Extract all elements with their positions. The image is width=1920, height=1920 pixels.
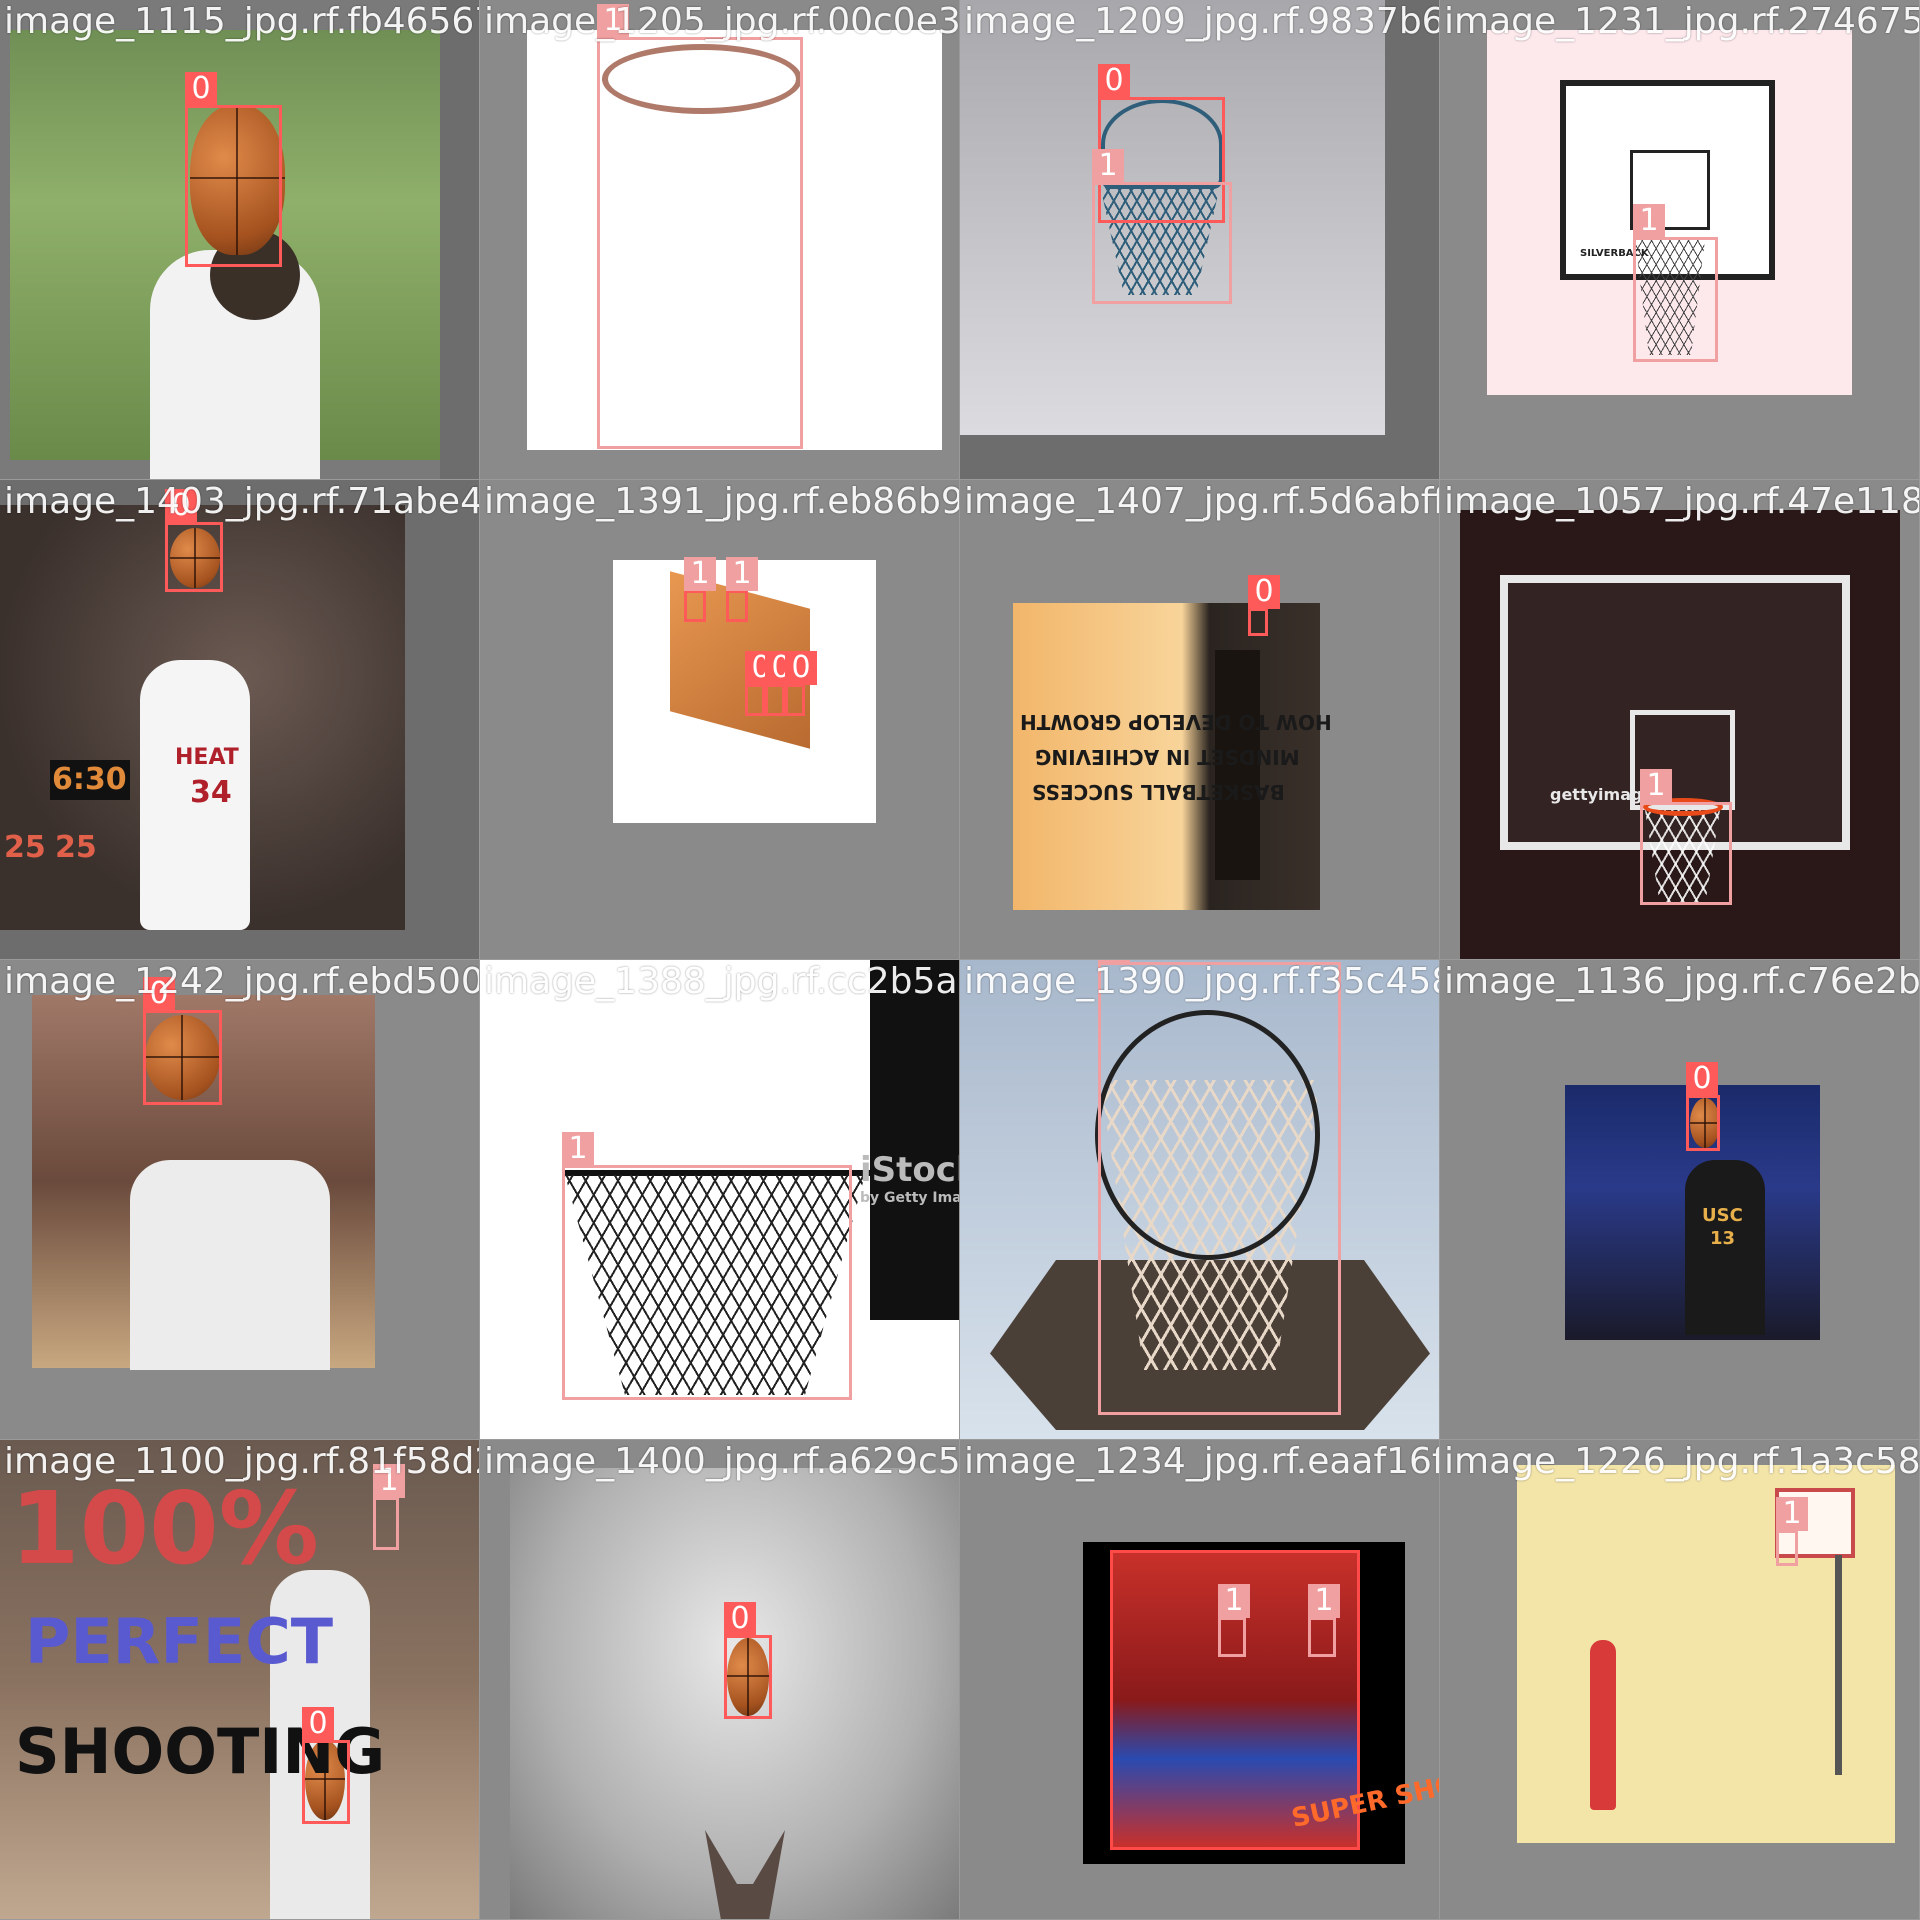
- tile-4: HEAT 34 6:30 25 25 image_1403_jpg.rf.71a…: [0, 480, 480, 960]
- tile-3: SILVERBACK image_1231_jpg.rf.274675a 1: [1440, 0, 1920, 480]
- tile-label: image_1242_jpg.rf.ebd5007ei402e6f1208a8f: [4, 961, 479, 1002]
- tile-11: USC 13 image_1136_jpg.rf.c76e2b4 0: [1440, 960, 1920, 1440]
- bbox-hoop: 1: [1218, 1584, 1250, 1657]
- watermark-sub: by Getty Images: [860, 1190, 960, 1206]
- bbox-hoop: 1: [1633, 204, 1718, 362]
- bbox-ball: 0: [745, 651, 777, 716]
- bbox-hoop: 1: [597, 4, 803, 449]
- poster-line-2: MINDSET IN ACHIEVING: [1035, 745, 1300, 769]
- tile-14: SUPER SHOT image_1234_jpg.rf.eaaf16f0eba…: [960, 1440, 1440, 1920]
- tile-label: image_1226_jpg.rf.1a3c583: [1444, 1441, 1920, 1482]
- bbox-class-label: 1: [1218, 1584, 1250, 1618]
- tile-label: image_1231_jpg.rf.274675a: [1444, 1, 1920, 42]
- tile-5: image_1391_jpg.rf.eb86b92c275f490d70c02 …: [480, 480, 960, 960]
- bbox-hoop: 1: [1098, 960, 1341, 1415]
- jersey-team: HEAT: [175, 745, 239, 770]
- tile-label: image_1209_jpg.rf.9837b6bf5575e1e2731e31: [964, 1, 1439, 42]
- bbox-hoop: 1: [1776, 1497, 1808, 1566]
- bbox-class-label: 1: [1092, 149, 1124, 183]
- tile-label: image_1100_jpg.rf.81f58d2984123402b6977: [4, 1441, 479, 1482]
- bbox-class-label: 1: [726, 557, 758, 591]
- jersey-team: USC: [1702, 1205, 1743, 1226]
- tile-label: image_1388_jpg.rf.cc2b5a6679a039e0a9d: [484, 961, 959, 1002]
- backboard-edge: [870, 960, 959, 1320]
- tile-label: image_1390_jpg.rf.f35c458cabf584f6f1153f…: [964, 961, 1439, 1002]
- bbox-hoop: 1: [1308, 1584, 1340, 1657]
- bbox-class-label: 0: [724, 1602, 756, 1636]
- tile-12: 100% PERFECT SHOOTING image_1100_jpg.rf.…: [0, 1440, 480, 1920]
- bbox-class-label: 0: [1686, 1062, 1718, 1096]
- tile-label: image_1234_jpg.rf.eaaf16f0ebab24d2677261: [964, 1441, 1440, 1482]
- tile-label: image_1136_jpg.rf.c76e2b4: [1444, 961, 1920, 1002]
- bbox-class-label: 0: [785, 651, 817, 685]
- tile-0: image_1115_jpg.rf.fb4656734f67d8f2f58827…: [0, 0, 480, 480]
- tile-8: image_1242_jpg.rf.ebd5007ei402e6f1208a8f…: [0, 960, 480, 1440]
- bbox-hoop: 1: [726, 557, 758, 622]
- poster-line-2: PERFECT: [25, 1605, 334, 1678]
- tile-1: image_1205_jpg.rf.00c0e3240824e371901bbe…: [480, 0, 960, 480]
- tile-label: image_1115_jpg.rf.fb4656734f67d8f2f58827…: [4, 1, 479, 42]
- tile-0-padding: [440, 0, 479, 479]
- tile-2: image_1209_jpg.rf.9837b6bf5575e1e2731e31…: [960, 0, 1440, 480]
- bbox-class-label: 0: [1098, 64, 1130, 98]
- watermark: iStock: [860, 1150, 959, 1190]
- tile-label: image_1400_jpg.rf.a629c54b880491234b2a: [484, 1441, 960, 1482]
- bbox-hoop: 1: [1640, 769, 1732, 905]
- tile-9: iStock by Getty Images image_1388_jpg.rf…: [480, 960, 960, 1440]
- poster-line-3: BASKETBALL SUCCESS: [1032, 780, 1285, 804]
- bbox-class-label: 1: [1633, 204, 1665, 238]
- bbox-class-label: 1: [1776, 1497, 1808, 1531]
- bbox-ball: 0: [143, 977, 222, 1105]
- poster-line-1: HOW TO DEVELOP GROWTH: [1020, 710, 1332, 734]
- bbox-class-label: 0: [302, 1707, 334, 1741]
- poster-line-1: 100%: [10, 1470, 319, 1587]
- bbox-hoop: 1: [684, 557, 716, 622]
- bbox-ball: 0: [1686, 1062, 1720, 1151]
- tile-7: gettyimages image_1057_jpg.rf.47e118c 1: [1440, 480, 1920, 960]
- bbox-class-label: 1: [1308, 1584, 1340, 1618]
- jersey-number: 13: [1710, 1228, 1736, 1249]
- bbox-class-label: 0: [1248, 575, 1280, 609]
- bbox-class-label: 1: [562, 1132, 594, 1166]
- bbox-ball: 0: [185, 72, 282, 267]
- tile-label: image_1403_jpg.rf.71abe4b4427451309420d9: [4, 481, 479, 522]
- mosaic-grid: image_1115_jpg.rf.fb4656734f67d8f2f58827…: [0, 0, 1920, 1920]
- bbox-class-label: 1: [684, 557, 716, 591]
- bbox-ball: 0: [724, 1602, 772, 1719]
- bbox-hoop: 1: [1092, 149, 1232, 304]
- player-body: [130, 1160, 330, 1370]
- tile-6: HOW TO DEVELOP GROWTH MINDSET IN ACHIEVI…: [960, 480, 1440, 960]
- tile-10: image_1390_jpg.rf.f35c458cabf584f6f1153f…: [960, 960, 1440, 1440]
- bbox-ball: 0: [302, 1707, 350, 1824]
- hoop-pole: [1835, 1555, 1842, 1775]
- bbox-ball: 0: [765, 651, 797, 716]
- bbox-ball: 0: [1248, 575, 1280, 636]
- bbox-ball: 0: [785, 651, 817, 716]
- bbox-class-label: 1: [1640, 769, 1672, 803]
- jersey-number: 34: [190, 775, 232, 810]
- tile-label: image_1391_jpg.rf.eb86b92c275f490d70c02: [484, 481, 960, 522]
- tile-13: image_1400_jpg.rf.a629c54b880491234b2a 0: [480, 1440, 960, 1920]
- score-a: 25: [4, 830, 46, 865]
- bbox-ball: 0: [165, 489, 223, 592]
- player-figure: [1590, 1640, 1616, 1810]
- tile-label: image_1057_jpg.rf.47e118c: [1444, 481, 1920, 522]
- clock-text: 6:30: [52, 762, 127, 797]
- bbox-hoop: 1: [373, 1464, 405, 1550]
- tile-15: image_1226_jpg.rf.1a3c583 1: [1440, 1440, 1920, 1920]
- bbox-class-label: 0: [185, 72, 217, 106]
- tile-label: image_1407_jpg.rf.5d6abff0acafe2d557: [964, 481, 1439, 522]
- bbox-hoop: 1: [562, 1132, 852, 1400]
- tile-label: image_1205_jpg.rf.00c0e3240824e371901bbe: [484, 1, 960, 42]
- score-b: 25: [55, 830, 97, 865]
